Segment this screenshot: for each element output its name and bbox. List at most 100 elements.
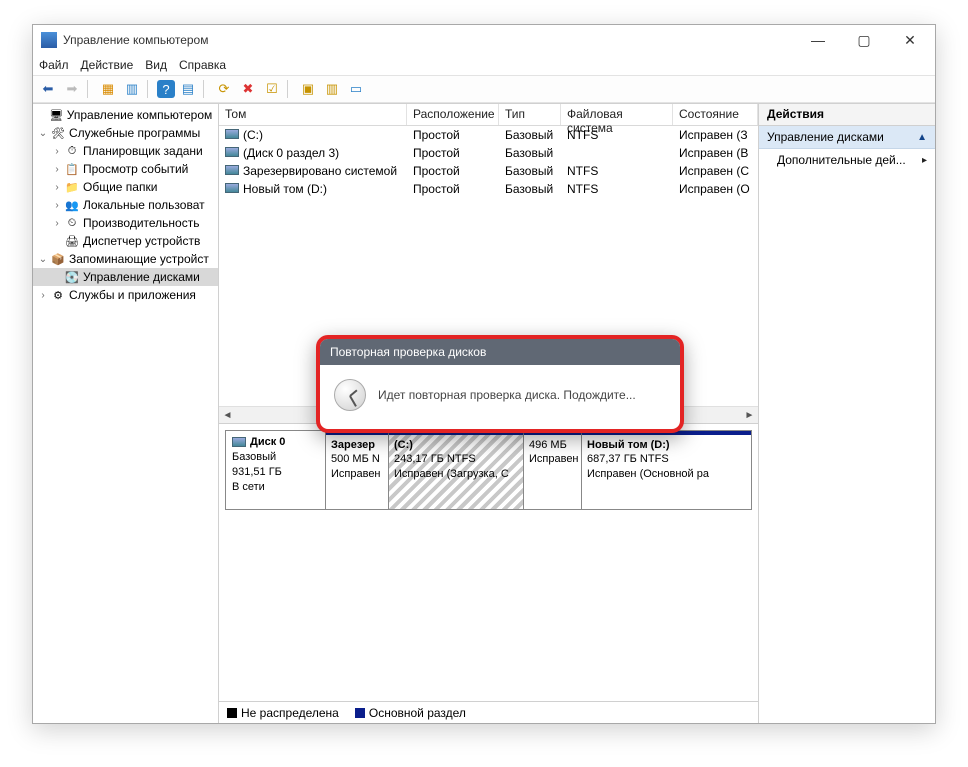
partition-status: Исправен [331,468,381,480]
partition-size: 687,37 ГБ NTFS [587,453,669,465]
volume-icon [225,147,239,157]
partition-reserved[interactable]: Зарезер 500 МБ N Исправен [326,431,388,509]
minimize-button[interactable]: — [795,25,841,55]
chevron-right-icon: ▸ [922,155,927,166]
tree-root[interactable]: 🖥 Управление компьютером (л [33,106,218,124]
blank-area [219,516,758,701]
new-item-button[interactable]: ▣ [297,78,319,100]
services-icon: ⚙ [50,288,66,302]
tree-device-manager[interactable]: 🖨 Диспетчер устройств [33,232,218,250]
volume-icon [225,129,239,139]
tree-services-apps[interactable]: › ⚙ Службы и приложения [33,286,218,304]
tree-local-users[interactable]: › 👥 Локальные пользоват [33,196,218,214]
menu-help[interactable]: Справка [179,58,226,72]
titlebar: Управление компьютером — ▢ ✕ [33,25,935,55]
actions-more[interactable]: Дополнительные дей... ▸ [759,149,935,171]
menu-action[interactable]: Действие [81,58,134,72]
disk-row[interactable]: Диск 0 Базовый 931,51 ГБ В сети Зарезер … [225,430,752,510]
menu-file[interactable]: Файл [39,58,69,72]
partition-d[interactable]: Новый том (D:) 687,37 ГБ NTFS Исправен (… [581,431,751,509]
refresh-button[interactable]: ⟳ [213,78,235,100]
toolbar: ⬅ ➡ ▦ ▥ ? ▤ ⟳ ✖ ☑ ▣ ▥ ▭ [33,75,935,103]
tree-event-viewer[interactable]: › 📋 Просмотр событий [33,160,218,178]
properties-button[interactable]: ▥ [121,78,143,100]
volume-row[interactable]: (C:) Простой Базовый NTFS Исправен (З [219,126,758,144]
settings-button[interactable]: ☑ [261,78,283,100]
tree-task-scheduler[interactable]: › ⏱ Планировщик задани [33,142,218,160]
clock-icon: ⏱ [64,144,80,158]
column-volume[interactable]: Том [219,104,407,125]
collapse-icon[interactable]: ▲ [917,132,927,143]
tree-performance[interactable]: › ⏲ Производительность [33,214,218,232]
legend: Не распределена Основной раздел [219,701,758,723]
actions-header: Действия [759,104,935,126]
partition-title: Зарезер [331,438,383,452]
disk-info[interactable]: Диск 0 Базовый 931,51 ГБ В сети [226,431,326,509]
device-icon: 🖨 [64,234,80,248]
navigation-tree[interactable]: 🖥 Управление компьютером (л ⌄ 🛠 Служебны… [33,104,219,723]
forward-button[interactable]: ➡ [61,78,83,100]
partition-c[interactable]: (C:) 243,17 ГБ NTFS Исправен (Загрузка, … [388,431,523,509]
column-type[interactable]: Тип [499,104,561,125]
legend-primary: Основной раздел [355,706,466,720]
folder-icon: 📁 [64,180,80,194]
back-button[interactable]: ⬅ [37,78,59,100]
gauge-icon: ⏲ [64,216,80,230]
disk-size: 931,51 ГБ [232,465,319,480]
tree-storage[interactable]: ⌄ 📦 Запоминающие устройст [33,250,218,268]
legend-unallocated: Не распределена [227,706,339,720]
column-filesystem[interactable]: Файловая система [561,104,673,125]
volume-list-header: Том Расположение Тип Файловая система Со… [219,104,758,126]
scroll-right-button[interactable]: ► [741,407,758,424]
column-status[interactable]: Состояние [673,104,758,125]
toolbar-separator [147,80,153,98]
toolbar-separator [287,80,293,98]
expand-icon[interactable]: › [51,164,63,175]
close-button[interactable]: ✕ [887,25,933,55]
list-button[interactable]: ▥ [321,78,343,100]
expand-icon[interactable]: › [51,218,63,229]
partition-recovery[interactable]: 496 МБ Исправен [523,431,581,509]
tools-icon: 🛠 [50,126,66,140]
volume-icon [225,165,239,175]
actions-category-label: Управление дисками [767,130,884,144]
volume-row[interactable]: Новый том (D:) Простой Базовый NTFS Испр… [219,180,758,198]
detail-button[interactable]: ▭ [345,78,367,100]
swatch-blue-icon [355,708,365,718]
expand-icon[interactable]: › [51,146,63,157]
delete-button[interactable]: ✖ [237,78,259,100]
actions-panel: Действия Управление дисками ▲ Дополнител… [759,104,935,723]
show-hide-tree-button[interactable]: ▦ [97,78,119,100]
view-button[interactable]: ▤ [177,78,199,100]
expand-icon[interactable]: › [51,182,63,193]
swatch-black-icon [227,708,237,718]
disk-type: Базовый [232,450,319,465]
menubar: Файл Действие Вид Справка [33,55,935,75]
disk-layout-area: Диск 0 Базовый 931,51 ГБ В сети Зарезер … [219,423,758,516]
toolbar-separator [87,80,93,98]
volume-icon [225,183,239,193]
scroll-left-button[interactable]: ◄ [219,407,236,424]
maximize-button[interactable]: ▢ [841,25,887,55]
storage-icon: 📦 [50,252,66,266]
partition-size: 500 МБ N [331,453,380,465]
toolbar-separator [203,80,209,98]
expand-icon[interactable]: › [51,200,63,211]
partition-status: Исправен [529,453,579,465]
disk-icon: 💽 [64,270,80,284]
window-controls: — ▢ ✕ [795,25,933,55]
expand-icon[interactable]: › [37,290,49,301]
tree-disk-management[interactable]: 💽 Управление дисками [33,268,218,286]
actions-category[interactable]: Управление дисками ▲ [759,126,935,149]
menu-view[interactable]: Вид [145,58,167,72]
volume-row[interactable]: Зарезервировано системой Простой Базовый… [219,162,758,180]
partition-title: Новый том (D:) [587,438,746,452]
volume-row[interactable]: (Диск 0 раздел 3) Простой Базовый Исправ… [219,144,758,162]
actions-more-label: Дополнительные дей... [777,153,906,167]
tree-shared-folders[interactable]: › 📁 Общие папки [33,178,218,196]
collapse-icon[interactable]: ⌄ [37,254,49,265]
column-layout[interactable]: Расположение [407,104,499,125]
collapse-icon[interactable]: ⌄ [37,128,49,139]
tree-system-tools[interactable]: ⌄ 🛠 Служебные программы [33,124,218,142]
help-button[interactable]: ? [157,80,175,98]
